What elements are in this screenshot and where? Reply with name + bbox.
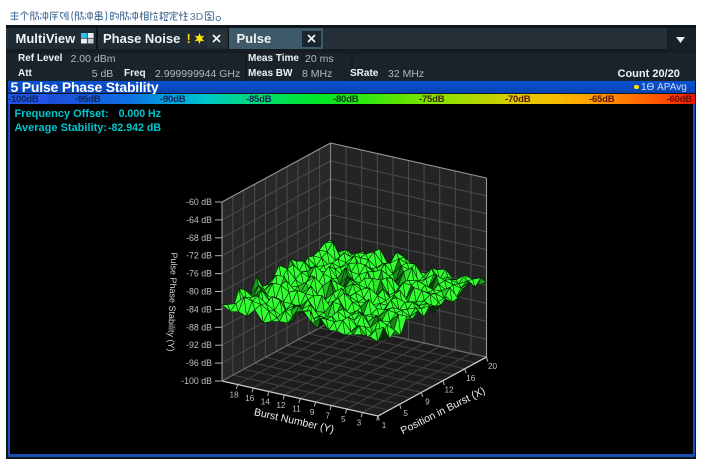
svg-text:-88 dB: -88 dB (186, 322, 212, 332)
svg-text:-60 dB: -60 dB (186, 197, 212, 207)
svg-text:-100 dB: -100 dB (181, 376, 212, 386)
svg-text:16: 16 (466, 374, 476, 383)
svg-text:Pulse Phase Stability (Y): Pulse Phase Stability (Y) (166, 252, 179, 351)
svg-text:-76 dB: -76 dB (186, 269, 212, 279)
svg-text:12: 12 (445, 386, 455, 395)
svg-text:12: 12 (276, 401, 286, 410)
svg-text:5: 5 (341, 415, 346, 424)
svg-text:9: 9 (310, 408, 315, 417)
svg-text:9: 9 (425, 397, 430, 406)
svg-text:7: 7 (325, 412, 330, 421)
svg-text:3: 3 (357, 419, 362, 428)
svg-text:11: 11 (292, 405, 301, 414)
svg-text:-92 dB: -92 dB (186, 340, 212, 350)
svg-text:-68 dB: -68 dB (186, 233, 212, 243)
svg-text:14: 14 (261, 398, 271, 407)
svg-text:-80 dB: -80 dB (186, 287, 212, 297)
svg-text:-84 dB: -84 dB (186, 304, 212, 314)
svg-text:20: 20 (488, 362, 498, 371)
svg-text:1: 1 (382, 421, 387, 430)
svg-text:5: 5 (403, 409, 408, 418)
svg-text:-96 dB: -96 dB (186, 358, 212, 368)
svg-text:18: 18 (230, 391, 240, 400)
svg-text:-72 dB: -72 dB (186, 251, 212, 261)
svg-text:3D: 3D (190, 11, 204, 22)
svg-text:16: 16 (245, 394, 255, 403)
svg-text:-64 dB: -64 dB (186, 215, 212, 225)
